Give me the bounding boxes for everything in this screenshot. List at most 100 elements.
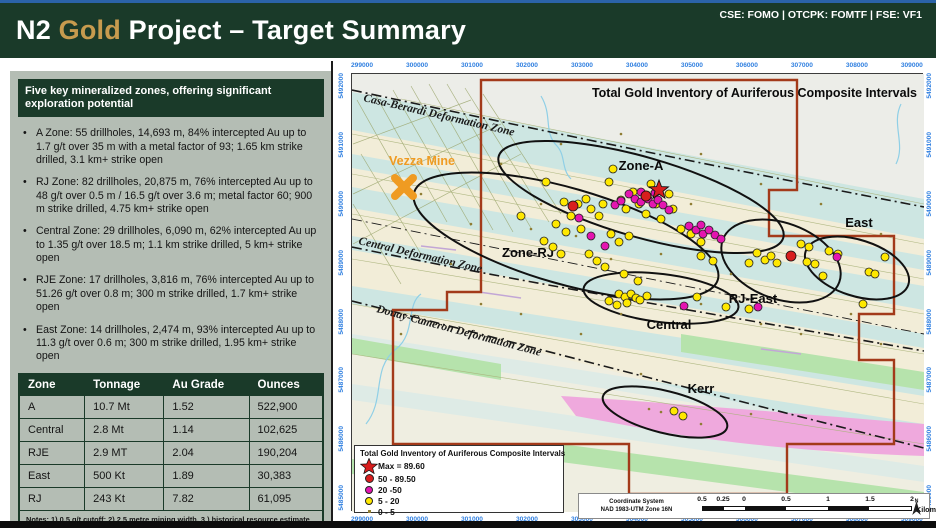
easting-label: 304000	[625, 62, 648, 69]
drill-point-5-20	[622, 298, 632, 308]
drill-point-5-20	[692, 292, 702, 302]
drill-point-5-20	[676, 224, 686, 234]
drill-point-0-5	[479, 302, 483, 306]
legend-item-label: 20 -50	[378, 484, 402, 495]
drill-point-0-5	[879, 342, 883, 346]
table-cell: 7.82	[163, 486, 250, 511]
drill-point-5-20	[586, 204, 596, 214]
zone-label-central: Central	[647, 317, 692, 332]
scale-tick-label: 0.25	[716, 496, 730, 503]
drill-point-20-50	[832, 252, 842, 262]
zone-label-kerr: Kerr	[688, 381, 715, 396]
drill-point-5-20	[606, 229, 616, 239]
drill-point-5-20	[772, 258, 782, 268]
drill-point-0-5	[699, 422, 703, 426]
drill-point-5-20	[516, 211, 526, 221]
drill-point-5-20	[619, 269, 629, 279]
drill-point-0-5	[799, 332, 803, 336]
table-row: A 10.7 Mt 1.52 522,900	[18, 394, 324, 419]
title-prefix: N2	[16, 15, 59, 45]
drill-point-5-20	[594, 211, 604, 221]
drill-point-0-5	[529, 227, 533, 231]
legend-item: 50 - 89.50	[360, 473, 558, 484]
drill-point-5-20	[576, 224, 586, 234]
legend-item-label: 5 - 20	[378, 495, 400, 506]
drill-point-5-20	[721, 302, 731, 312]
drill-point-5-20	[612, 300, 622, 310]
table-cell: 30,383	[248, 463, 324, 488]
drill-point-5-20	[559, 197, 569, 207]
title-gold-word: Gold	[58, 15, 121, 45]
drill-point-5-20	[678, 411, 688, 421]
table-row: East 500 Kt 1.89 30,383	[18, 463, 324, 488]
zone-bullet: RJ Zone: 82 drillholes, 20,875 m, 76% in…	[20, 176, 322, 216]
drill-point-0-5	[499, 162, 503, 166]
scale-bar-segments	[702, 506, 912, 511]
star-icon	[360, 457, 378, 474]
drill-point-5-20	[608, 164, 618, 174]
vezza-mine-label: Vezza Mine	[389, 154, 455, 168]
map-y-labels-left: 5492000 5491000 5490000 5489000 5488000 54870…	[336, 73, 347, 511]
table-cell: 10.7 Mt	[84, 394, 165, 419]
northing-label: 5488000	[338, 308, 345, 335]
drill-point-20-50	[616, 196, 626, 206]
northing-label: 5492000	[926, 73, 933, 99]
easting-label: 301000	[460, 62, 483, 69]
easting-label: 309000	[900, 62, 923, 69]
drill-point-50-89	[640, 190, 652, 202]
scale-tick-label: 0.5	[781, 496, 791, 503]
zone-bullet: RJE Zone: 17 drillholes, 3,816 m, 76% in…	[20, 274, 322, 314]
drill-point-5-20	[708, 256, 718, 266]
zone-bullet: East Zone: 14 drillholes, 2,474 m, 93% i…	[20, 324, 322, 364]
scale-tick-label: 0	[742, 496, 746, 503]
drill-point-50-89	[567, 200, 579, 212]
table-cell: RJE	[18, 440, 86, 465]
drill-point-50-89	[785, 250, 797, 262]
drill-point-5-20	[539, 236, 549, 246]
coordinate-system-label: Coordinate System	[609, 498, 664, 505]
table-cell: 522,900	[248, 394, 324, 419]
zone-label-zone-rj: Zone-RJ	[502, 245, 554, 260]
map-y-labels-right: 5492000 5491000 5490000 5489000 5488000 54870…	[924, 73, 935, 511]
drill-point-5-20	[752, 248, 762, 258]
drill-point-0-5	[399, 332, 403, 336]
drill-point-5-20	[624, 231, 634, 241]
drill-point-5-20	[614, 237, 624, 247]
drill-point-5-20	[796, 239, 806, 249]
table-cell: 1.52	[163, 394, 250, 419]
zone-label-rj-east: RJ-East	[729, 291, 778, 306]
drill-point-5-20	[641, 209, 651, 219]
table-cell: 1.14	[163, 417, 250, 442]
zone-label-east: East	[845, 215, 873, 230]
legend-item: 20 -50	[360, 484, 558, 495]
scale-tick-label: 1	[826, 496, 830, 503]
northing-label: 5485000	[338, 485, 345, 511]
scale-bar: 0.5 0.25 0 0.5 1 1.5 2 Kilometers	[697, 496, 936, 516]
drill-point-0-5	[689, 202, 693, 206]
easting-label: 300000	[405, 62, 428, 69]
title-suffix: Project – Target Summary	[120, 15, 467, 45]
map-x-labels-top: 299000 300000 301000 302000 303000 304000 3050…	[351, 62, 923, 69]
drill-point-5-20	[561, 227, 571, 237]
table-header-row: Zone Tonnage Au Grade Ounces	[18, 373, 324, 396]
northing-label: 5488000	[926, 308, 933, 335]
drill-point-5-20	[598, 199, 608, 209]
drill-point-5-20	[669, 406, 679, 416]
drill-point-20-50	[716, 234, 726, 244]
drill-point-0-5	[579, 332, 583, 336]
northing-label: 5487000	[338, 367, 345, 394]
northing-label: 5490000	[338, 190, 345, 217]
legend-item-label: 50 - 89.50	[378, 473, 416, 484]
drill-point-0-5	[559, 142, 563, 146]
drill-point-0-5	[849, 312, 853, 316]
drill-point-5-20	[744, 258, 754, 268]
drill-point-5-20	[804, 242, 814, 252]
drill-point-20-50	[574, 213, 584, 223]
table-cell: RJ	[18, 486, 86, 511]
drill-point-5-20	[744, 304, 754, 314]
northing-label: 5486000	[926, 426, 933, 453]
scalebar-box: Coordinate System NAD 1983-UTM Zone 16N …	[578, 493, 936, 519]
table-cell: 2.8 Mt	[84, 417, 165, 442]
drill-point-0-5	[729, 272, 733, 276]
drill-point-0-5	[619, 312, 623, 316]
